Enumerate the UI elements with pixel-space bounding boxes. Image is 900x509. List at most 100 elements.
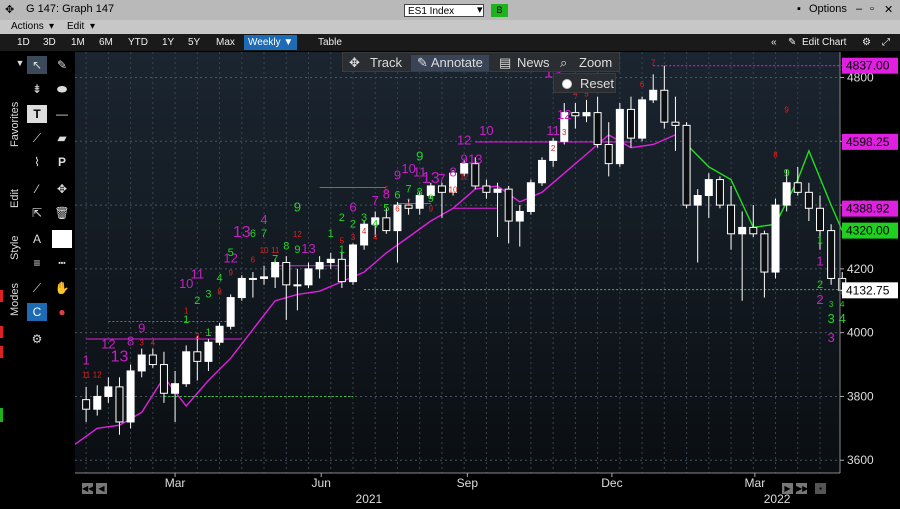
- tab-modes[interactable]: Modes: [9, 277, 23, 321]
- pan-mode-icon[interactable]: ✋: [52, 279, 72, 297]
- candle: [715, 176, 724, 209]
- tab-favorites[interactable]: Favorites: [9, 89, 23, 159]
- candle-body: [248, 277, 257, 280]
- price-chart[interactable]: 111 121213893 4112310113148125913 664710 117…: [0, 0, 900, 509]
- track-button[interactable]: Track: [370, 55, 402, 71]
- crosshair-mode-icon[interactable]: ⟋: [27, 279, 47, 297]
- price-label: 4388.92: [842, 200, 898, 217]
- candle-body: [827, 230, 836, 279]
- scroll-live-icon[interactable]: ▪: [815, 483, 826, 494]
- select-tool-icon[interactable]: ⇱: [27, 204, 47, 222]
- tab-style[interactable]: Style: [9, 228, 23, 268]
- reset-radio-icon: [562, 79, 572, 89]
- x-tick-label: Jun: [312, 476, 331, 490]
- tab-edit[interactable]: Edit: [9, 182, 23, 216]
- reset-label: Reset: [580, 76, 614, 91]
- td-count-label: 5: [228, 247, 234, 259]
- candle: [215, 323, 224, 346]
- scroll-end-icon[interactable]: ▶▶: [796, 483, 808, 494]
- zoom-icon[interactable]: ⌕: [560, 55, 567, 71]
- td-count-label: 6: [394, 190, 400, 202]
- candle: [126, 364, 135, 429]
- candle-body: [582, 112, 591, 117]
- fib-tool-icon[interactable]: ⇟: [27, 80, 47, 98]
- candle-body: [304, 268, 313, 286]
- price-label-text: 4388.92: [846, 202, 890, 216]
- td-count-label: 12: [293, 230, 302, 239]
- td-count-label: 7: [651, 59, 656, 68]
- news-icon[interactable]: ▤: [499, 55, 511, 71]
- font-style-icon[interactable]: A: [27, 230, 47, 248]
- move-tool-icon[interactable]: ✥: [52, 180, 72, 198]
- pointer-tool-icon[interactable]: ↖: [27, 56, 47, 74]
- candle-body: [226, 297, 235, 327]
- trash-icon[interactable]: 🗑: [52, 204, 72, 222]
- candle-body: [727, 204, 736, 235]
- candle: [682, 122, 691, 209]
- price-label-text: 4837.00: [846, 59, 890, 73]
- td-count-label: 9: [294, 199, 301, 214]
- color-swatch-icon[interactable]: [52, 230, 72, 248]
- track-icon[interactable]: ✥: [349, 55, 360, 71]
- scroll-start-icon[interactable]: ◀◀: [82, 483, 94, 494]
- brush-tool-icon[interactable]: ⁄: [27, 180, 47, 198]
- candle-body: [115, 386, 124, 423]
- candle: [348, 243, 357, 285]
- candle-body: [293, 284, 302, 287]
- td-count-label: 13: [233, 224, 251, 241]
- scroll-right-icon[interactable]: ▶: [782, 483, 793, 494]
- magnet-mode-icon[interactable]: C: [27, 303, 47, 321]
- price-label: 4320.00: [842, 222, 898, 239]
- candle-body: [738, 226, 747, 235]
- candle-body: [93, 395, 102, 410]
- td-count-label: 2: [816, 292, 823, 307]
- td-count-label: 3: [829, 300, 834, 309]
- candle-body: [804, 191, 813, 209]
- td-count-label: 4: [840, 300, 845, 309]
- text-tool-icon[interactable]: T: [27, 105, 47, 123]
- polyline-tool-icon[interactable]: ⌇: [27, 153, 47, 171]
- reset-button[interactable]: Reset: [553, 73, 616, 93]
- td-count-label: 4: [216, 273, 222, 285]
- candle-body: [693, 195, 702, 206]
- td-count-label: 11: [546, 123, 560, 138]
- td-count-label: 1: [817, 234, 823, 246]
- td-count-label: 10: [449, 185, 458, 194]
- candle-body: [626, 108, 635, 139]
- channel-tool-icon[interactable]: ▰: [52, 129, 72, 147]
- x-axis: Mar Jun Sep Dec Mar 2021 2022: [75, 472, 840, 506]
- td-count-label: 9: [394, 168, 401, 183]
- td-count-label: 4: [373, 233, 378, 242]
- color-mode-icon[interactable]: ●: [52, 303, 72, 321]
- td-count-label: 13: [111, 348, 129, 365]
- td-count-label: 13: [422, 170, 440, 187]
- trendline-tool-icon[interactable]: ⟋: [27, 129, 47, 147]
- td-count-label: 9: [461, 152, 468, 167]
- candle: [538, 157, 547, 186]
- gear-icon[interactable]: ⚙: [27, 330, 47, 348]
- news-button[interactable]: News: [517, 55, 550, 71]
- td-count-label: 1: [339, 244, 345, 256]
- candle-body: [482, 185, 491, 193]
- ellipse-tool-icon[interactable]: ⬬: [52, 80, 72, 98]
- hline-tool-icon[interactable]: —: [52, 105, 72, 123]
- td-count-label: 5: [383, 202, 389, 214]
- td-count-label: 1: [328, 228, 334, 240]
- draw-tool-icon[interactable]: ✎: [52, 56, 72, 74]
- candle-body: [526, 182, 535, 212]
- status-marker-red: [0, 290, 3, 302]
- candle-body: [126, 370, 135, 423]
- zoom-button[interactable]: Zoom: [579, 55, 612, 71]
- td-count-label: 2: [194, 295, 200, 307]
- line-style-icon[interactable]: ┅: [52, 254, 72, 272]
- candle-body: [493, 188, 502, 193]
- td-count-label: 3: [828, 330, 835, 345]
- line-width-icon[interactable]: ≡: [27, 254, 47, 272]
- td-count-label: 1: [83, 353, 90, 368]
- annotate-button[interactable]: ✎ Annotate: [411, 55, 489, 71]
- candle-body: [382, 217, 391, 232]
- td-count-label: 7: [272, 254, 278, 266]
- price-tool-icon[interactable]: P: [52, 153, 72, 171]
- scroll-left-icon[interactable]: ◀: [96, 483, 107, 494]
- price-label-text: 4132.75: [846, 283, 890, 297]
